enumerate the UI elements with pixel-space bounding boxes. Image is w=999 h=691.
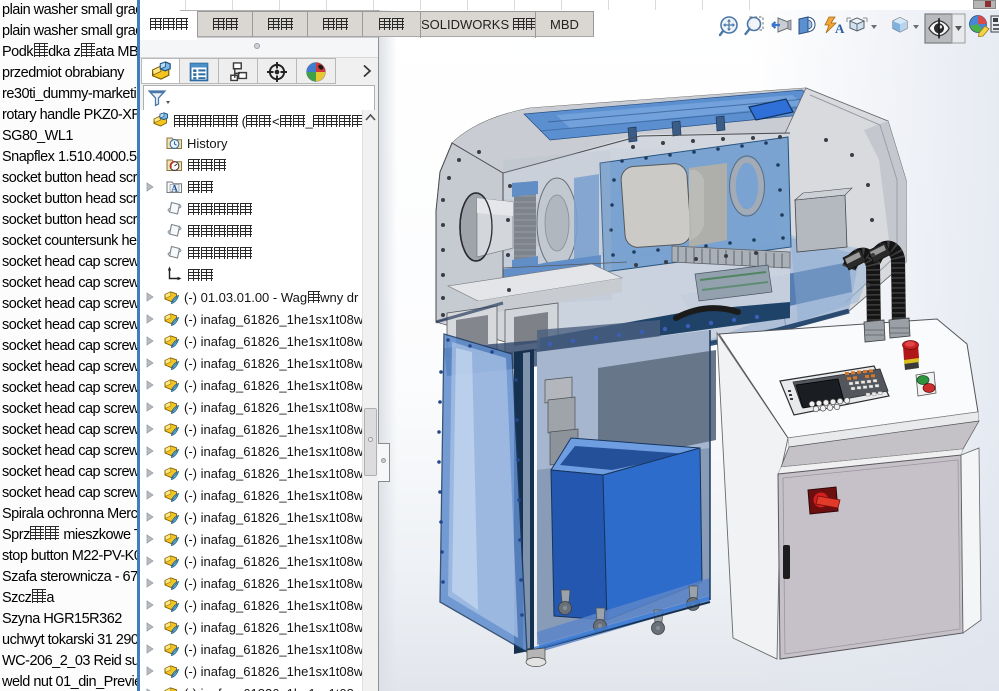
svg-text:A: A: [835, 21, 845, 36]
